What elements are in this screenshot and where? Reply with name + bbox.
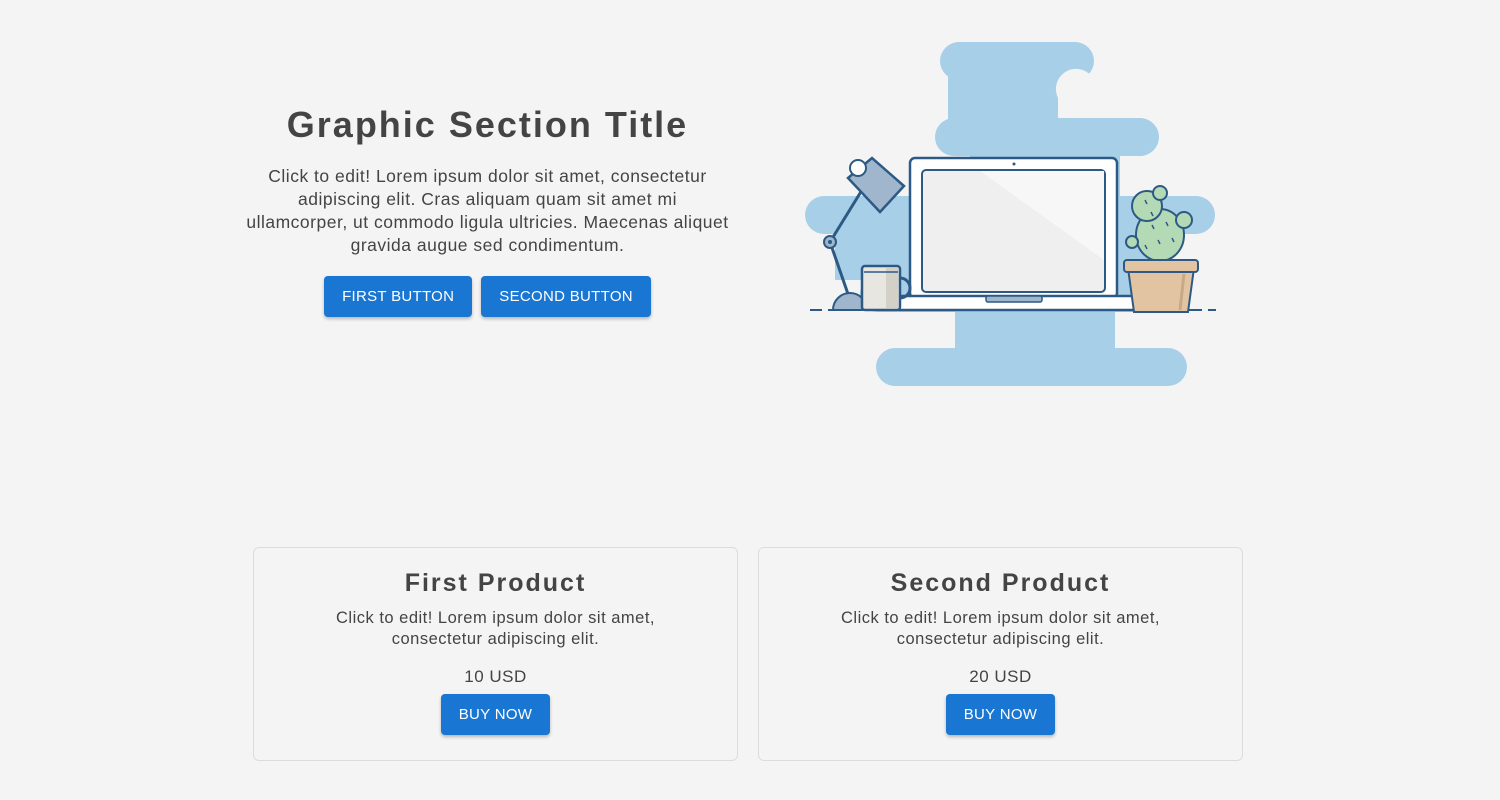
first-button[interactable]: FIRST BUTTON xyxy=(324,276,473,317)
graphic-section: Graphic Section Title Click to edit! Lor… xyxy=(245,100,730,317)
workspace-illustration-svg xyxy=(805,42,1216,386)
second-button[interactable]: SECOND BUTTON xyxy=(481,276,651,317)
buy-now-button[interactable]: BUY NOW xyxy=(440,694,551,735)
product-card-second: Second Product Click to edit! Lorem ipsu… xyxy=(758,547,1243,761)
section-description: Click to edit! Lorem ipsum dolor sit ame… xyxy=(246,166,729,255)
section-title: Graphic Section Title xyxy=(286,104,689,145)
product-card-first: First Product Click to edit! Lorem ipsum… xyxy=(253,547,738,761)
product-description: Click to edit! Lorem ipsum dolor sit ame… xyxy=(335,609,656,648)
workspace-illustration xyxy=(800,40,1220,390)
product-description: Click to edit! Lorem ipsum dolor sit ame… xyxy=(840,609,1161,648)
product-price: 10 USD xyxy=(464,667,527,686)
hero-button-group: FIRST BUTTON SECOND BUTTON xyxy=(245,276,730,317)
product-price: 20 USD xyxy=(969,667,1032,686)
buy-now-button[interactable]: BUY NOW xyxy=(945,694,1056,735)
product-title: Second Product xyxy=(890,569,1111,597)
product-title: First Product xyxy=(404,569,587,597)
laptop-icon xyxy=(893,156,1159,312)
